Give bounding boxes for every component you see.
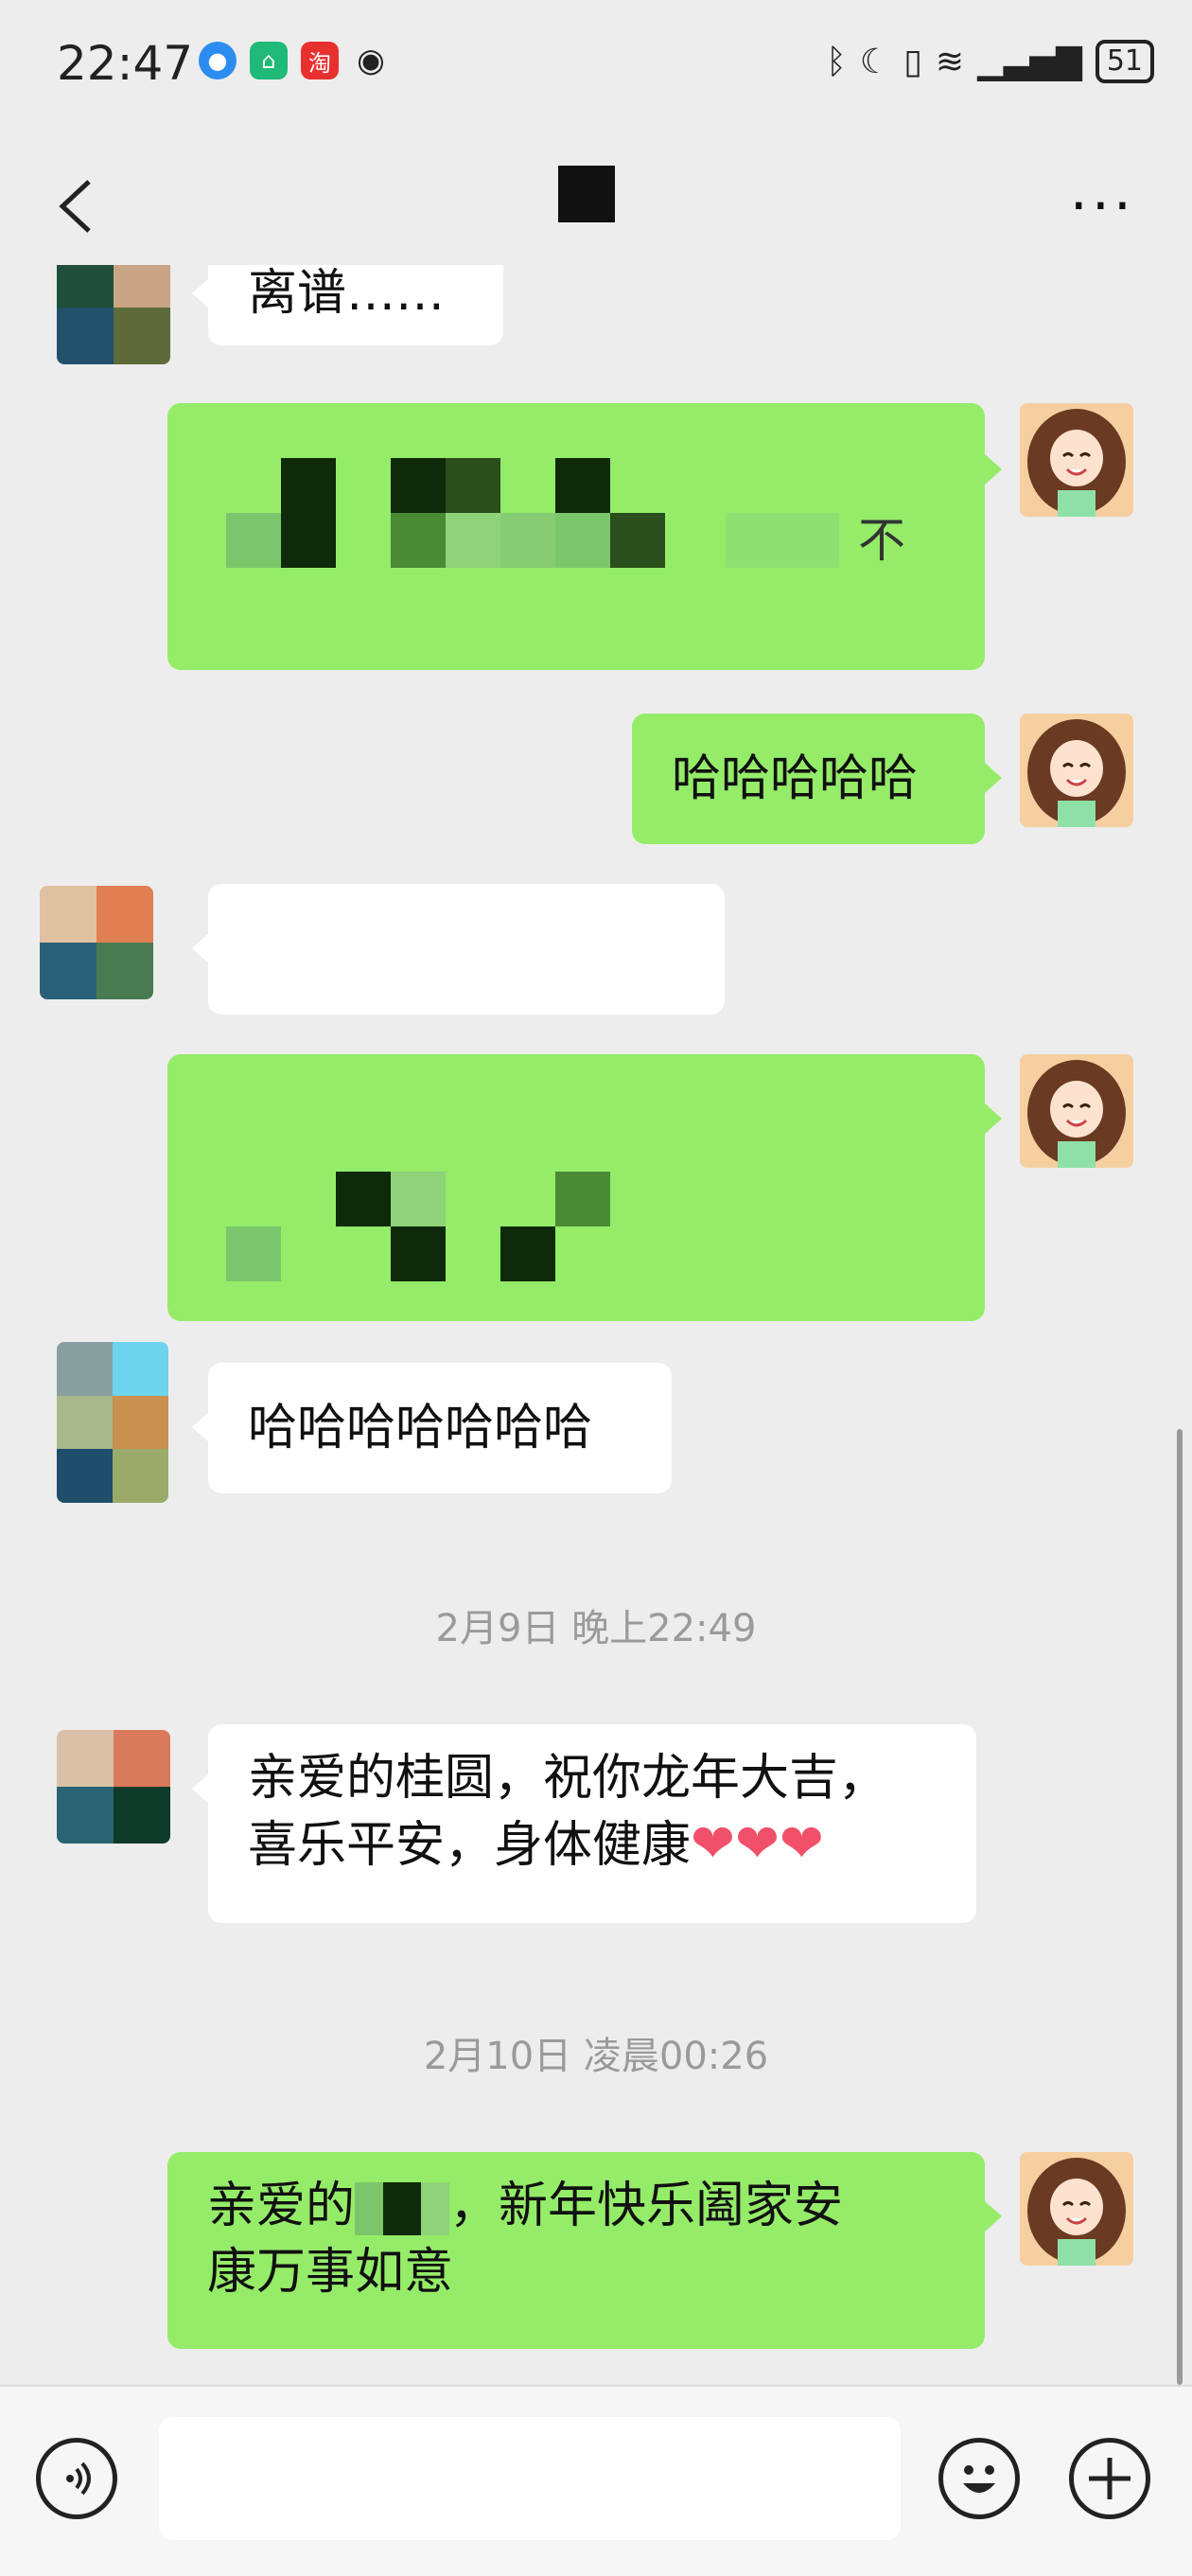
- message-text-partial: 不: [858, 513, 905, 568]
- app-store-icon: ⌂: [250, 42, 288, 79]
- status-bar: 22:47 ● ⌂ 淘 ◉ ᛒ ☾ ▯ ≋ ▁▃▅▇ 51: [0, 0, 1192, 132]
- bubble-tail: [985, 454, 1002, 485]
- browser-icon: ●: [199, 42, 237, 79]
- message-text: 哈哈哈哈哈哈哈: [248, 1400, 593, 1456]
- status-time: 22:47: [57, 36, 194, 91]
- signal-icon: ▁▃▅▇: [977, 42, 1082, 81]
- chat-title-redacted: [558, 166, 615, 222]
- more-dots-icon[interactable]: ···: [1070, 178, 1135, 235]
- message-input[interactable]: [159, 2417, 901, 2540]
- bubble-tail: [192, 933, 209, 963]
- contact-avatar[interactable]: [57, 1730, 170, 1844]
- back-chevron-icon[interactable]: [57, 178, 95, 235]
- contact-avatar[interactable]: [57, 265, 170, 364]
- message-bubble-incoming[interactable]: 离谱……: [208, 265, 503, 345]
- bluetooth-icon: ᛒ: [826, 42, 847, 81]
- message-text: 离谱……: [248, 265, 446, 322]
- bubble-tail: [985, 1103, 1002, 1134]
- redacted-name: [355, 2182, 450, 2235]
- message-text: 亲爱的: [207, 2178, 356, 2234]
- voice-icon[interactable]: [36, 2438, 117, 2519]
- bubble-tail: [192, 1412, 209, 1442]
- message-text: 喜乐平安，身体健康: [248, 1817, 692, 1874]
- contact-avatar[interactable]: [40, 886, 153, 999]
- my-avatar[interactable]: [1020, 403, 1133, 517]
- message-bubble-outgoing[interactable]: 哈哈哈哈哈: [632, 714, 985, 844]
- message-bubble-incoming-redacted[interactable]: [208, 884, 725, 1015]
- bubble-tail: [985, 2201, 1002, 2232]
- message-text-line: 亲爱的 ，新年快乐阖家安: [207, 2173, 945, 2239]
- message-text-line: 喜乐平安，身体健康❤❤❤: [248, 1811, 937, 1879]
- message-bubble-incoming[interactable]: 哈哈哈哈哈哈哈: [208, 1363, 672, 1493]
- taobao-icon: 淘: [301, 42, 339, 79]
- bubble-tail: [192, 278, 209, 309]
- message-bubble-outgoing-redacted[interactable]: 不: [167, 403, 985, 670]
- bubble-tail: [985, 763, 1002, 793]
- cartoon-girl-avatar-icon: [1020, 1054, 1133, 1168]
- emoji-icon[interactable]: [938, 2438, 1020, 2519]
- message-bubble-outgoing[interactable]: 亲爱的 ，新年快乐阖家安 康万事如意: [167, 2152, 985, 2349]
- heart-emoji: ❤❤❤: [691, 1813, 824, 1875]
- battery-indicator: 51: [1095, 40, 1154, 83]
- status-app-icons: ● ⌂ 淘 ◉: [199, 42, 390, 79]
- message-text: 哈哈哈哈哈: [672, 750, 919, 807]
- my-avatar[interactable]: [1020, 714, 1133, 827]
- scrollbar[interactable]: [1177, 1429, 1183, 2385]
- cartoon-girl-avatar-icon: [1020, 714, 1133, 827]
- my-avatar[interactable]: [1020, 2152, 1133, 2266]
- vibrate-icon: ▯: [903, 42, 922, 81]
- message-text-line: 康万事如意: [207, 2244, 454, 2301]
- status-right-icons: ᛒ ☾ ▯ ≋ ▁▃▅▇ 51: [826, 40, 1154, 83]
- wifi-icon: ≋: [935, 42, 965, 81]
- timestamp: 2月10日 凌晨00:26: [423, 2035, 769, 2078]
- cartoon-girl-avatar-icon: [1020, 403, 1133, 517]
- message-text-line: 亲爱的桂圆，祝你龙年大吉，: [248, 1750, 888, 1807]
- message-bubble-outgoing-redacted[interactable]: [167, 1054, 985, 1321]
- contact-avatar[interactable]: [57, 1342, 168, 1503]
- message-list[interactable]: 离谱…… 不 哈哈哈哈哈 哈哈哈哈哈哈哈 2月9日 晚上22:49 亲爱的桂圆，…: [0, 265, 1192, 2385]
- bubble-tail: [192, 1773, 209, 1804]
- my-avatar[interactable]: [1020, 1054, 1133, 1168]
- input-bar: [0, 2385, 1192, 2576]
- cartoon-girl-avatar-icon: [1020, 2152, 1133, 2266]
- moon-icon: ☾: [859, 42, 891, 81]
- eye-icon: ◉: [357, 42, 385, 79]
- message-bubble-incoming[interactable]: 亲爱的桂圆，祝你龙年大吉， 喜乐平安，身体健康❤❤❤: [208, 1724, 976, 1923]
- message-text: ，新年快乐阖家安: [449, 2178, 844, 2234]
- timestamp: 2月9日 晚上22:49: [435, 1607, 757, 1650]
- plus-icon[interactable]: [1069, 2438, 1150, 2519]
